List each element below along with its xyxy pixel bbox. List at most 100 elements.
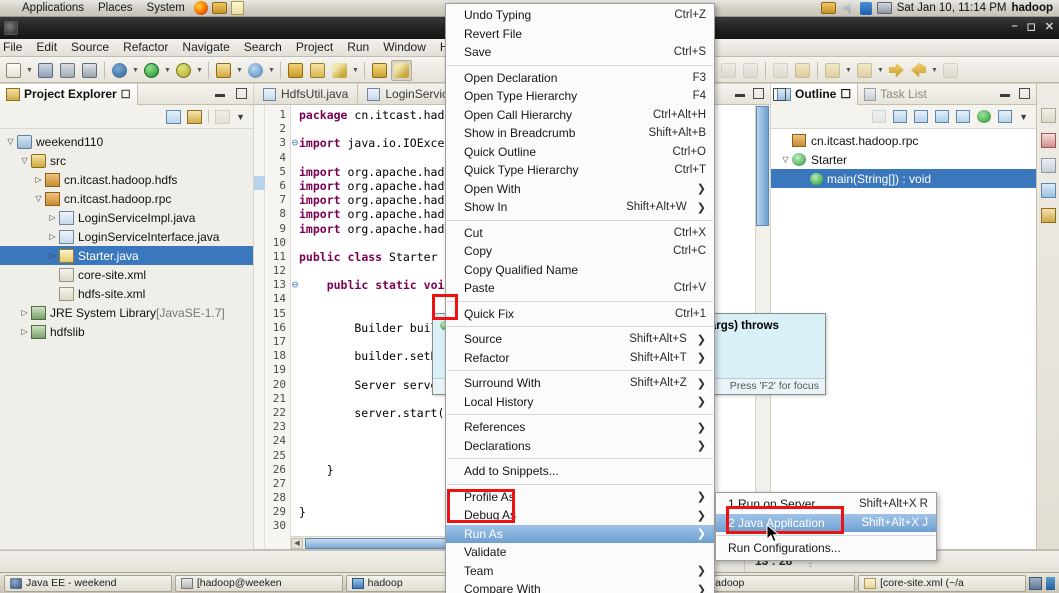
minimize-icon[interactable]: ▬ bbox=[735, 89, 745, 100]
edit-button[interactable] bbox=[792, 60, 813, 81]
forward-button[interactable] bbox=[908, 60, 929, 81]
maximize-icon[interactable] bbox=[236, 88, 247, 99]
system-menu[interactable]: System bbox=[140, 0, 192, 16]
menu-item-debug-as[interactable]: Debug As ❯ bbox=[446, 506, 714, 525]
menu-item-open-with[interactable]: Open With ❯ bbox=[446, 180, 714, 199]
menu-edit[interactable]: Edit bbox=[29, 39, 64, 56]
close-icon[interactable]: ☐ bbox=[840, 87, 851, 101]
maximize-button[interactable]: ◻ bbox=[1027, 20, 1036, 33]
menu-run[interactable]: Run bbox=[340, 39, 376, 56]
folding-marker[interactable] bbox=[291, 122, 299, 136]
tree-item-starter-java[interactable]: ▷ Starter.java bbox=[0, 246, 253, 265]
folding-marker[interactable] bbox=[291, 250, 299, 264]
hide-fields-icon[interactable] bbox=[935, 110, 950, 123]
folding-marker[interactable] bbox=[291, 151, 299, 165]
folding-marker[interactable] bbox=[291, 236, 299, 250]
folding-marker[interactable] bbox=[291, 193, 299, 207]
servers-icon[interactable] bbox=[1040, 108, 1056, 123]
folding-marker[interactable] bbox=[291, 307, 299, 321]
new-java-project-button[interactable] bbox=[213, 60, 234, 81]
focus-icon[interactable] bbox=[872, 110, 887, 123]
console-icon[interactable] bbox=[1040, 158, 1056, 173]
folding-marker[interactable] bbox=[291, 477, 299, 491]
debug-dropdown-caret[interactable]: ▼ bbox=[131, 60, 140, 81]
folding-marker[interactable] bbox=[291, 335, 299, 349]
menu-navigate[interactable]: Navigate bbox=[175, 39, 236, 56]
menu-item-add-to-snippets[interactable]: Add to Snippets... bbox=[446, 462, 714, 481]
menu-item-paste[interactable]: Paste Ctrl+V bbox=[446, 279, 714, 298]
close-icon[interactable]: ☐ bbox=[121, 88, 131, 101]
list-button[interactable] bbox=[770, 60, 791, 81]
menu-refactor[interactable]: Refactor bbox=[116, 39, 175, 56]
text-editor-icon[interactable] bbox=[230, 1, 244, 15]
menu-item-compare-with[interactable]: Compare With ❯ bbox=[446, 580, 714, 593]
menu-item-source[interactable]: Source Shift+Alt+S ❯ bbox=[446, 330, 714, 349]
new-java-dropdown-caret[interactable]: ▼ bbox=[235, 60, 244, 81]
outline-item-cn-itcast-hadoop-rpc[interactable]: cn.itcast.hadoop.rpc bbox=[771, 131, 1036, 150]
folding-marker[interactable] bbox=[291, 378, 299, 392]
person2-dropdown-caret[interactable]: ▼ bbox=[876, 60, 885, 81]
menu-item-cut[interactable]: Cut Ctrl+X bbox=[446, 224, 714, 243]
show-desktop-icon[interactable] bbox=[1046, 576, 1055, 590]
back-button[interactable] bbox=[886, 60, 907, 81]
tree-item-cn-itcast-hadoop-hdfs[interactable]: ▷ cn.itcast.hadoop.hdfs bbox=[0, 170, 253, 189]
problems-icon[interactable] bbox=[1040, 133, 1056, 148]
tree-item-cn-itcast-hadoop-rpc[interactable]: ▽ cn.itcast.hadoop.rpc bbox=[0, 189, 253, 208]
display-icon[interactable] bbox=[876, 2, 892, 14]
folding-marker[interactable]: ⊖ bbox=[291, 136, 299, 150]
scrollbar-thumb[interactable] bbox=[756, 106, 769, 226]
outline-item-starter[interactable]: ▽ Starter bbox=[771, 150, 1036, 169]
run-button[interactable] bbox=[141, 60, 162, 81]
scroll-left-arrow[interactable]: ◀ bbox=[291, 538, 303, 549]
menu-search[interactable]: Search bbox=[237, 39, 289, 56]
folding-marker[interactable] bbox=[291, 321, 299, 335]
folding-marker[interactable] bbox=[291, 420, 299, 434]
folding-marker[interactable] bbox=[291, 392, 299, 406]
chevron-right-icon[interactable]: ▷ bbox=[18, 327, 31, 336]
next-annotation-button[interactable] bbox=[740, 60, 761, 81]
pen-button[interactable] bbox=[329, 60, 350, 81]
user-name[interactable]: hadoop bbox=[1011, 2, 1053, 14]
menu-item-quick-type-hierarchy[interactable]: Quick Type Hierarchy Ctrl+T bbox=[446, 161, 714, 180]
workspace-switcher-icon[interactable] bbox=[1029, 576, 1042, 590]
menu-item-profile-as[interactable]: Profile As ❯ bbox=[446, 488, 714, 507]
editor-gutter[interactable] bbox=[254, 105, 265, 549]
person2-button[interactable] bbox=[854, 60, 875, 81]
sort-icon[interactable] bbox=[914, 110, 929, 123]
menu-item-open-type-hierarchy[interactable]: Open Type Hierarchy F4 bbox=[446, 87, 714, 106]
chevron-right-icon[interactable]: ▷ bbox=[46, 213, 59, 222]
chevron-right-icon[interactable]: ▷ bbox=[46, 251, 59, 260]
tab-hdfsutil-java[interactable]: HdfsUtil.java bbox=[254, 84, 359, 104]
new-button[interactable] bbox=[3, 60, 24, 81]
properties-icon[interactable] bbox=[1040, 183, 1056, 198]
task-button[interactable] bbox=[391, 59, 412, 81]
debug-button[interactable] bbox=[109, 60, 130, 81]
chevron-down-icon[interactable]: ▽ bbox=[32, 194, 45, 203]
package-icon[interactable] bbox=[820, 2, 836, 14]
print-button[interactable] bbox=[79, 60, 100, 81]
new-dropdown-caret[interactable]: ▼ bbox=[25, 60, 34, 81]
menu-item-references[interactable]: References ❯ bbox=[446, 418, 714, 437]
taskbar-button-java-ee-weekend[interactable]: Java EE - weekend bbox=[4, 574, 172, 592]
menu-item-show-in[interactable]: Show In Shift+Alt+W ❯ bbox=[446, 198, 714, 217]
prev-annotation-button[interactable] bbox=[718, 60, 739, 81]
folding-marker[interactable] bbox=[291, 222, 299, 236]
folding-marker[interactable] bbox=[291, 363, 299, 377]
menu-item-quick-outline[interactable]: Quick Outline Ctrl+O bbox=[446, 143, 714, 162]
save-button[interactable] bbox=[35, 60, 56, 81]
undo-button[interactable] bbox=[940, 60, 961, 81]
folding-marker[interactable]: ⊖ bbox=[291, 278, 299, 292]
menu-source[interactable]: Source bbox=[64, 39, 116, 56]
submenu-item-2-java-application[interactable]: 2 Java Application Shift+Alt+X J bbox=[716, 513, 936, 532]
collapse-all-icon[interactable] bbox=[166, 109, 182, 124]
tab-project-explorer[interactable]: Project Explorer ☐ bbox=[0, 83, 138, 105]
menu-item-validate[interactable]: Validate bbox=[446, 543, 714, 562]
save-all-button[interactable] bbox=[57, 60, 78, 81]
menu-item-quick-fix[interactable]: Quick Fix Ctrl+1 bbox=[446, 305, 714, 324]
chevron-right-icon[interactable]: ▷ bbox=[46, 232, 59, 241]
chevron-down-icon[interactable]: ▽ bbox=[779, 155, 792, 164]
minimize-icon[interactable]: ▬ bbox=[1000, 89, 1010, 100]
hide-static-icon[interactable] bbox=[956, 110, 971, 123]
link-with-editor-icon[interactable] bbox=[187, 109, 203, 124]
nav-dropdown-caret[interactable]: ▼ bbox=[930, 60, 939, 81]
